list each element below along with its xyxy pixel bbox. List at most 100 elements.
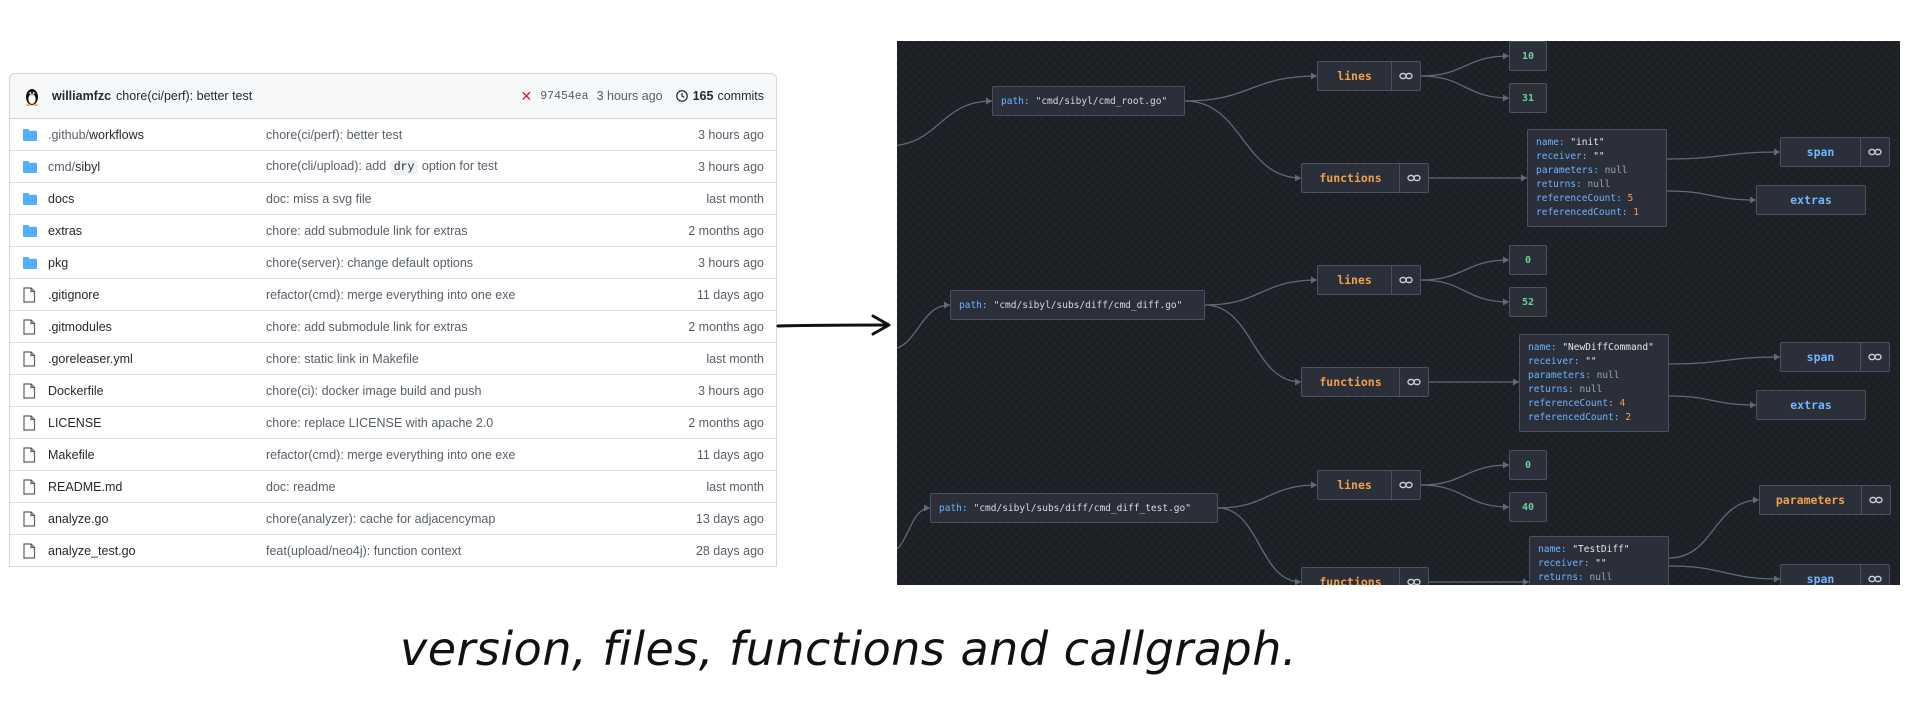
file-name[interactable]: extras — [48, 224, 266, 238]
line-number-node[interactable]: 10 — [1509, 41, 1547, 71]
field-key: parameters: — [1528, 370, 1591, 381]
file-commit-message[interactable]: doc: readme — [266, 480, 706, 494]
file-name[interactable]: docs — [48, 192, 266, 206]
file-name[interactable]: .gitmodules — [48, 320, 266, 334]
extras-node[interactable]: extras — [1756, 185, 1866, 215]
avatar[interactable] — [22, 86, 42, 106]
file-row[interactable]: .gitmodules chore: add submodule link for… — [10, 310, 776, 342]
file-row[interactable]: .goreleaser.yml chore: static link in Mak… — [10, 342, 776, 374]
link-icon-wrap[interactable] — [1399, 368, 1428, 396]
commits-history-link[interactable]: 165 commits — [675, 89, 764, 103]
file-name[interactable]: analyze.go — [48, 512, 266, 526]
file-name[interactable]: .github/workflows — [48, 128, 266, 142]
file-name[interactable]: cmd/sibyl — [48, 160, 266, 174]
file-row[interactable]: analyze_test.go feat(upload/neo4j): funct… — [10, 534, 776, 566]
file-name[interactable]: LICENSE — [48, 416, 266, 430]
file-commit-message[interactable]: chore: replace LICENSE with apache 2.0 — [266, 416, 688, 430]
file-commit-message[interactable]: chore(cli/upload): add dry option for te… — [266, 159, 698, 175]
file-commit-message[interactable]: doc: miss a svg file — [266, 192, 706, 206]
link-icon-wrap[interactable] — [1860, 138, 1889, 166]
file-icon — [23, 542, 36, 559]
commit-message[interactable]: chore(ci/perf): better test — [116, 89, 252, 103]
function-info-node[interactable]: name: "NewDiffCommand" receiver: "" parame… — [1519, 334, 1669, 432]
file-name[interactable]: Makefile — [48, 448, 266, 462]
link-icon-wrap[interactable] — [1860, 343, 1889, 371]
file-commit-message[interactable]: refactor(cmd): merge everything into one… — [266, 448, 697, 462]
file-commit-message[interactable]: chore: add submodule link for extras — [266, 320, 688, 334]
link-icon-wrap[interactable] — [1860, 565, 1889, 585]
extras-node[interactable]: extras — [1756, 390, 1866, 420]
link-icon-wrap[interactable] — [1391, 62, 1420, 90]
function-info-node[interactable]: name: "TestDiff" receiver: "" returns: nul… — [1529, 536, 1669, 585]
file-commit-message[interactable]: chore(analyzer): cache for adjacencymap — [266, 512, 696, 526]
file-time: 11 days ago — [696, 447, 764, 462]
file-path-node[interactable]: path: "cmd/sibyl/cmd_root.go" — [992, 86, 1185, 116]
line-number-node[interactable]: 31 — [1509, 83, 1547, 113]
callgraph-panel[interactable]: path: "cmd/sibyl/cmd_root.go" lines 10 31 fun… — [897, 41, 1900, 585]
line-number-node[interactable]: 0 — [1509, 450, 1547, 480]
span-node[interactable]: span — [1780, 137, 1890, 167]
file-row[interactable]: Makefile refactor(cmd): merge everything … — [10, 438, 776, 470]
file-row[interactable]: .github/workflows chore(ci/perf): better … — [10, 119, 776, 150]
file-icon-wrap — [22, 350, 38, 367]
span-node[interactable]: span — [1780, 564, 1890, 585]
file-row[interactable]: LICENSE chore: replace LICENSE with apach… — [10, 406, 776, 438]
commit-sha[interactable]: 97454ea — [540, 90, 588, 103]
commits-count: 165 — [692, 89, 714, 103]
lines-node[interactable]: lines — [1317, 265, 1421, 295]
line-number-node[interactable]: 40 — [1509, 492, 1547, 522]
file-commit-message[interactable]: chore(ci): docker image build and push — [266, 384, 698, 398]
span-node[interactable]: span — [1780, 342, 1890, 372]
parameters-node[interactable]: parameters — [1759, 485, 1891, 515]
file-name[interactable]: pkg — [48, 256, 266, 270]
path-value: "cmd/sibyl/subs/diff/cmd_diff.go" — [993, 299, 1183, 311]
link-icon-wrap[interactable] — [1391, 471, 1420, 499]
file-name[interactable]: Dockerfile — [48, 384, 266, 398]
file-commit-message[interactable]: chore(ci/perf): better test — [266, 128, 698, 142]
file-row[interactable]: analyze.go chore(analyzer): cache for adj… — [10, 502, 776, 534]
line-number-node[interactable]: 52 — [1509, 287, 1547, 317]
link-icon-wrap[interactable] — [1861, 486, 1890, 514]
file-name[interactable]: .gitignore — [48, 288, 266, 302]
file-row[interactable]: cmd/sibyl chore(cli/upload): add dry opti… — [10, 150, 776, 182]
link-icon-wrap[interactable] — [1399, 568, 1428, 585]
file-row[interactable]: extras chore: add submodule link for extr… — [10, 214, 776, 246]
file-commit-message[interactable]: chore(server): change default options — [266, 256, 698, 270]
file-row[interactable]: README.md doc: readme last month — [10, 470, 776, 502]
x-icon[interactable]: ✕ — [521, 88, 533, 105]
field-returns: returns: null — [1528, 383, 1660, 397]
file-name[interactable]: README.md — [48, 480, 266, 494]
functions-node-label: functions — [1319, 575, 1382, 585]
file-path-node[interactable]: path: "cmd/sibyl/subs/diff/cmd_diff_test.… — [930, 493, 1218, 523]
file-name[interactable]: analyze_test.go — [48, 544, 266, 558]
span-node-label: span — [1806, 572, 1835, 585]
file-name-text: README.md — [48, 479, 123, 494]
lines-node[interactable]: lines — [1317, 470, 1421, 500]
field-value: null — [1573, 384, 1603, 395]
commit-message-text: chore: add submodule link for extras — [266, 223, 468, 238]
commit-author[interactable]: williamfzc — [52, 89, 111, 103]
file-commit-message[interactable]: chore: add submodule link for extras — [266, 224, 688, 238]
commit-time: 3 hours ago — [596, 89, 663, 103]
link-icon-wrap[interactable] — [1399, 164, 1428, 192]
link-icon — [1399, 276, 1413, 284]
file-commit-message[interactable]: feat(upload/neo4j): function context — [266, 544, 696, 558]
file-row[interactable]: Dockerfile chore(ci): docker image build … — [10, 374, 776, 406]
file-row[interactable]: .gitignore refactor(cmd): merge everythin… — [10, 278, 776, 310]
file-path-node[interactable]: path: "cmd/sibyl/subs/diff/cmd_diff.go" — [950, 290, 1205, 320]
lines-node[interactable]: lines — [1317, 61, 1421, 91]
file-name[interactable]: .goreleaser.yml — [48, 352, 266, 366]
file-row[interactable]: docs doc: miss a svg file last month — [10, 182, 776, 214]
file-commit-message[interactable]: chore: static link in Makefile — [266, 352, 706, 366]
link-icon — [1868, 575, 1882, 583]
file-commit-message[interactable]: refactor(cmd): merge everything into one… — [266, 288, 697, 302]
functions-node[interactable]: functions — [1301, 567, 1429, 585]
link-icon-wrap[interactable] — [1391, 266, 1420, 294]
line-number-node[interactable]: 0 — [1509, 245, 1547, 275]
field-name: name: "init" — [1536, 136, 1658, 150]
file-row[interactable]: pkg chore(server): change default options… — [10, 246, 776, 278]
link-icon — [1868, 148, 1882, 156]
function-info-node[interactable]: name: "init" receiver: "" parameters: null… — [1527, 129, 1667, 227]
functions-node[interactable]: functions — [1301, 367, 1429, 397]
functions-node[interactable]: functions — [1301, 163, 1429, 193]
